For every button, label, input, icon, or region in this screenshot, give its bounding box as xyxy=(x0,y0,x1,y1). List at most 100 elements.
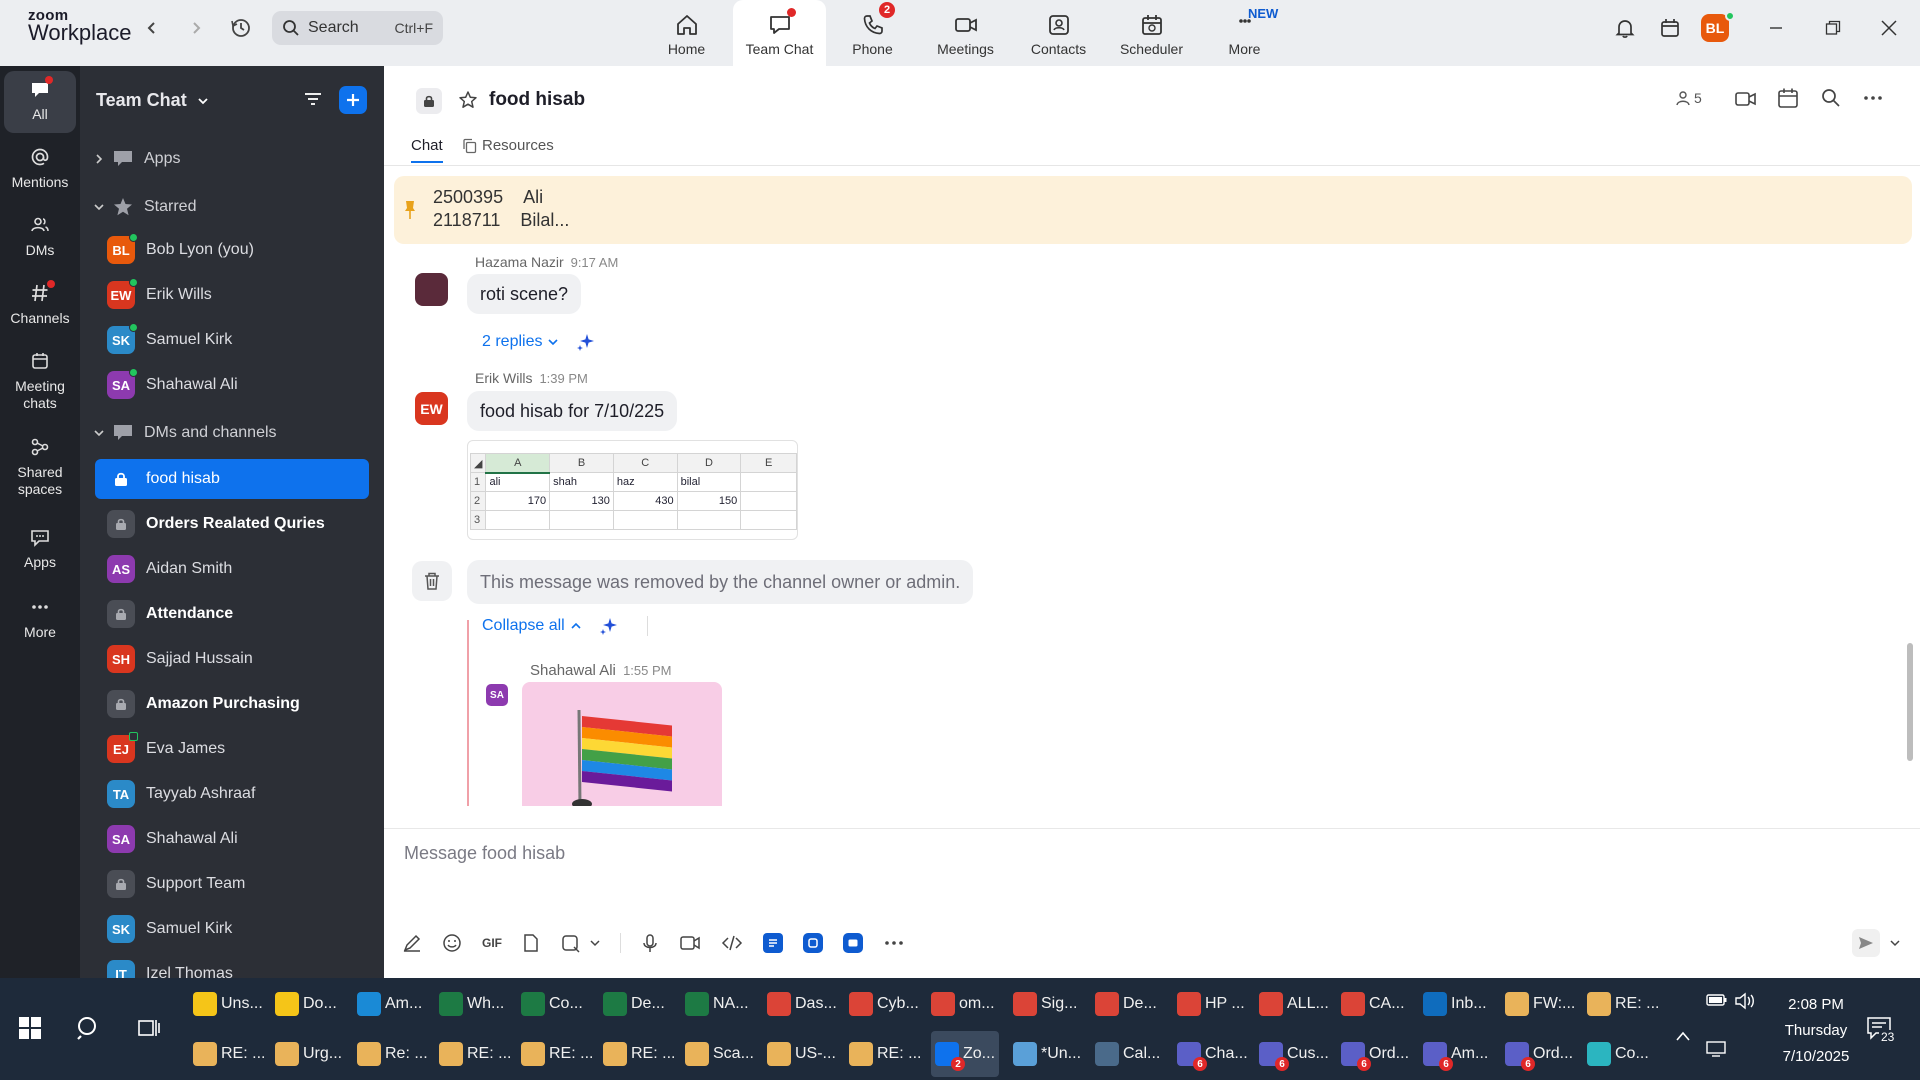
tab-meetings[interactable]: Meetings xyxy=(919,0,1012,66)
tab-resources[interactable]: Resources xyxy=(462,137,554,154)
replies-toggle[interactable]: 2 replies xyxy=(482,332,596,352)
taskbar-item[interactable]: RE: ... xyxy=(439,1031,511,1077)
sidebar-item-samuel-kirk-2[interactable]: SK Samuel Kirk xyxy=(95,909,369,949)
back-arrow-icon[interactable] xyxy=(138,14,166,42)
sidebar-item-shahawal-ali-2[interactable]: SA Shahawal Ali xyxy=(95,819,369,859)
tab-team-chat[interactable]: Team Chat xyxy=(733,0,826,66)
rail-item-mentions[interactable]: Mentions xyxy=(4,146,76,191)
rail-item-channels[interactable]: Channels xyxy=(4,280,76,327)
sidebar-title[interactable]: Team Chat xyxy=(96,90,209,111)
sidebar-item-amazon-purchasing[interactable]: Amazon Purchasing xyxy=(95,684,369,724)
taskbar-item[interactable]: Inb... xyxy=(1423,981,1487,1027)
taskbar-item[interactable]: Co... xyxy=(521,981,583,1027)
bell-icon[interactable] xyxy=(1611,14,1639,42)
profile-avatar[interactable]: BL xyxy=(1701,11,1735,42)
tab-more[interactable]: NEW More xyxy=(1198,0,1291,66)
send-icon[interactable] xyxy=(1852,929,1880,957)
chevron-down-icon[interactable] xyxy=(1890,938,1900,948)
message-bubble[interactable]: roti scene? xyxy=(467,274,582,314)
members-button[interactable]: 5 xyxy=(1675,90,1702,106)
taskbar-item[interactable]: De... xyxy=(603,981,665,1027)
taskbar-item[interactable]: Wh... xyxy=(439,981,504,1027)
taskbar-item[interactable]: 6 Ord... xyxy=(1341,1031,1409,1077)
taskbar-item[interactable]: Das... xyxy=(767,981,837,1027)
taskbar-item[interactable]: De... xyxy=(1095,981,1157,1027)
app-clips-icon[interactable] xyxy=(843,933,863,953)
clock[interactable]: 2:08 PM Thursday 7/10/2025 xyxy=(1770,992,1862,1070)
format-pen-icon[interactable] xyxy=(402,933,422,953)
taskbar-item[interactable]: NA... xyxy=(685,981,749,1027)
taskbar-item[interactable]: RE: ... xyxy=(849,1031,921,1077)
search-icon[interactable] xyxy=(75,1014,103,1042)
message-input[interactable]: Message food hisab xyxy=(404,843,565,864)
app-docs-icon[interactable] xyxy=(763,933,783,953)
sidebar-item-orders[interactable]: Orders Realated Quries xyxy=(95,504,369,544)
star-icon[interactable] xyxy=(458,90,478,110)
avatar[interactable] xyxy=(415,273,448,306)
taskbar-item[interactable]: RE: ... xyxy=(193,1031,265,1077)
sidebar-item-erik-wills[interactable]: EW Erik Wills xyxy=(95,275,369,315)
rail-item-apps[interactable]: Apps xyxy=(4,526,76,571)
rail-item-shared-spaces[interactable]: Shared spaces xyxy=(4,436,76,498)
sidebar-item-eva-james[interactable]: EJ Eva James xyxy=(95,729,369,769)
taskbar-item[interactable]: 2 Zo... xyxy=(931,1031,1000,1077)
task-view-icon[interactable] xyxy=(137,1016,161,1040)
sidebar-item-bob-lyon[interactable]: BL Bob Lyon (you) xyxy=(95,230,369,270)
sidebar-item-sajjad-hussain[interactable]: SH Sajjad Hussain xyxy=(95,639,369,679)
pinned-message-bar[interactable]: 2500395 Ali 2118711 Bilal... xyxy=(394,176,1912,244)
history-icon[interactable] xyxy=(227,14,255,42)
sender-name[interactable]: Erik Wills xyxy=(475,370,533,386)
calendar-icon[interactable] xyxy=(1777,87,1799,109)
taskbar-item[interactable]: HP ... xyxy=(1177,981,1245,1027)
section-apps[interactable]: Apps xyxy=(94,149,180,169)
video-icon[interactable] xyxy=(1734,88,1758,110)
section-dms-channels[interactable]: DMs and channels xyxy=(94,423,277,443)
close-icon[interactable] xyxy=(1877,14,1901,42)
collapse-all-toggle[interactable]: Collapse all xyxy=(482,616,648,636)
rail-item-meeting-chats[interactable]: Meeting chats xyxy=(4,350,76,412)
sidebar-item-support-team[interactable]: Support Team xyxy=(95,864,369,904)
spreadsheet-image[interactable]: ◢ A B C D E 1 ali shah haz bilal 2 170 1… xyxy=(467,440,798,540)
taskbar-item[interactable]: 6 Cha... xyxy=(1177,1031,1248,1077)
search-icon[interactable] xyxy=(1821,88,1841,108)
taskbar-item[interactable]: 6 Cus... xyxy=(1259,1031,1329,1077)
sidebar-item-attendance[interactable]: Attendance xyxy=(95,594,369,634)
app-whiteboard-icon[interactable] xyxy=(803,933,823,953)
ai-sparkle-icon[interactable] xyxy=(576,332,596,352)
tab-home[interactable]: Home xyxy=(640,0,733,66)
taskbar-item[interactable]: Do... xyxy=(275,981,337,1027)
tab-phone[interactable]: 2 Phone xyxy=(826,0,919,66)
channel-title[interactable]: food hisab xyxy=(489,89,585,111)
taskbar-item[interactable]: Am... xyxy=(357,981,422,1027)
taskbar-item[interactable]: Sca... xyxy=(685,1031,754,1077)
sender-name[interactable]: Hazama Nazir xyxy=(475,254,564,270)
calendar-icon[interactable] xyxy=(1656,14,1684,42)
message-bubble[interactable]: food hisab for 7/10/225 xyxy=(467,391,678,431)
taskbar-item[interactable]: *Un... xyxy=(1013,1031,1081,1077)
taskbar-item[interactable]: RE: ... xyxy=(603,1031,675,1077)
section-starred[interactable]: Starred xyxy=(94,197,196,217)
taskbar-item[interactable]: Urg... xyxy=(275,1031,342,1077)
avatar[interactable]: SA xyxy=(486,684,508,706)
file-icon[interactable] xyxy=(522,933,540,953)
code-icon[interactable] xyxy=(721,933,743,953)
taskbar-item[interactable]: Cyb... xyxy=(849,981,919,1027)
taskbar-item[interactable]: Sig... xyxy=(1013,981,1077,1027)
windows-start-icon[interactable] xyxy=(18,1016,42,1040)
taskbar-item[interactable]: Co... xyxy=(1587,1031,1649,1077)
taskbar-item[interactable]: Re: ... xyxy=(357,1031,428,1077)
taskbar-item[interactable]: FW:... xyxy=(1505,981,1575,1027)
more-tools-icon[interactable] xyxy=(883,933,905,953)
video-message-icon[interactable] xyxy=(679,933,701,953)
taskbar-item[interactable]: Uns... xyxy=(193,981,263,1027)
battery-icon[interactable] xyxy=(1706,992,1728,1008)
send-options[interactable] xyxy=(1852,929,1900,957)
sidebar-item-tayyab-ashraaf[interactable]: TA Tayyab Ashraaf xyxy=(95,774,369,814)
more-options-icon[interactable] xyxy=(1862,88,1884,108)
filter-icon[interactable] xyxy=(302,88,324,110)
sidebar-item-food-hisab[interactable]: food hisab xyxy=(95,459,369,499)
scrollbar-thumb[interactable] xyxy=(1907,643,1913,761)
flag-image[interactable] xyxy=(522,682,722,806)
taskbar-item[interactable]: 6 Am... xyxy=(1423,1031,1488,1077)
sender-name[interactable]: Shahawal Ali xyxy=(530,662,616,679)
